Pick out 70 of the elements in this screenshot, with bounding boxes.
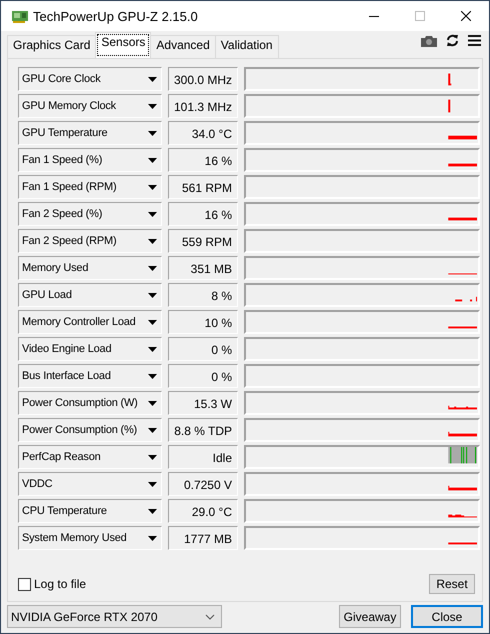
- sensor-value: 0 %: [168, 364, 238, 388]
- sensor-value: 8 %: [168, 283, 238, 307]
- sensor-value: 29.0 °C: [168, 499, 238, 523]
- menu-icon[interactable]: [468, 35, 481, 46]
- sensor-value: 34.0 °C: [168, 121, 238, 145]
- sensor-value: 561 RPM: [168, 175, 238, 199]
- dropdown-arrow-icon: [148, 76, 157, 82]
- dropdown-arrow-icon: [148, 130, 157, 136]
- sensor-select[interactable]: Memory Used: [18, 256, 162, 280]
- log-to-file-checkbox[interactable]: Log to file: [18, 577, 86, 591]
- dropdown-arrow-icon: [148, 292, 157, 298]
- sensor-value: 16 %: [168, 202, 238, 226]
- gpu-select[interactable]: NVIDIA GeForce RTX 2070: [7, 605, 222, 628]
- sensor-value: 16 %: [168, 148, 238, 172]
- dropdown-arrow-icon: [148, 428, 157, 432]
- dropdown-arrow-icon: [148, 482, 157, 486]
- sensor-select[interactable]: GPU Temperature: [18, 121, 162, 145]
- sensor-value: 15.3 W: [168, 391, 238, 415]
- sensor-select[interactable]: Memory Controller Load: [18, 310, 162, 334]
- sensor-value: 0.7250 V: [168, 472, 238, 496]
- sensor-select[interactable]: Bus Interface Load: [18, 364, 162, 388]
- chevron-down-icon: [205, 614, 215, 620]
- reset-button[interactable]: Reset: [429, 574, 475, 594]
- close-icon: [461, 11, 471, 21]
- dropdown-arrow-icon: [148, 346, 157, 352]
- sensor-value: 101.3 MHz: [168, 94, 238, 118]
- sensor-select[interactable]: GPU Core Clock: [18, 67, 162, 91]
- dropdown-arrow-icon: [148, 212, 157, 216]
- sensor-select[interactable]: System Memory Used: [18, 526, 162, 550]
- dropdown-arrow-icon: [148, 320, 157, 324]
- sensor-select[interactable]: Fan 2 Speed (%): [18, 202, 162, 226]
- tab[interactable]: Validation: [214, 35, 279, 58]
- dropdown-arrow-icon: [148, 238, 157, 244]
- dropdown-arrow-icon: [148, 454, 157, 460]
- dropdown-arrow-icon: [148, 104, 157, 108]
- sensor-select[interactable]: Power Consumption (W): [18, 391, 162, 415]
- close-button[interactable]: Close: [411, 605, 483, 628]
- sensor-value: 351 MB: [168, 256, 238, 280]
- app-icon: [11, 9, 29, 23]
- dropdown-arrow-icon: [148, 266, 157, 270]
- refresh-icon[interactable]: [446, 34, 459, 47]
- dropdown-arrow-icon: [148, 158, 157, 162]
- window-title: TechPowerUp GPU-Z 2.15.0: [33, 8, 199, 24]
- sensor-select[interactable]: VDDC: [18, 472, 162, 496]
- sensor-select[interactable]: GPU Load: [18, 283, 162, 307]
- sensor-value: Idle: [168, 445, 238, 469]
- sensor-select[interactable]: Fan 2 Speed (RPM): [18, 229, 162, 253]
- sensor-select[interactable]: PerfCap Reason: [18, 445, 162, 469]
- sensor-select[interactable]: Video Engine Load: [18, 337, 162, 361]
- dropdown-arrow-icon: [148, 374, 157, 378]
- sensor-select[interactable]: GPU Memory Clock: [18, 94, 162, 118]
- giveaway-button[interactable]: Giveaway: [339, 605, 401, 628]
- sensor-value: 1777 MB: [168, 526, 238, 550]
- camera-icon[interactable]: [421, 34, 437, 46]
- sensor-select[interactable]: CPU Temperature: [18, 499, 162, 523]
- sensor-value: 10 %: [168, 310, 238, 334]
- sensor-select[interactable]: Power Consumption (%): [18, 418, 162, 442]
- dropdown-arrow-icon: [148, 536, 157, 540]
- sensor-value: 300.0 MHz: [168, 67, 238, 91]
- sensor-select[interactable]: Fan 1 Speed (%): [18, 148, 162, 172]
- sensor-value: 8.8 % TDP: [168, 418, 238, 442]
- sensor-select[interactable]: Fan 1 Speed (RPM): [18, 175, 162, 199]
- maximize-icon: [415, 11, 425, 21]
- sensor-value: 559 RPM: [168, 229, 238, 253]
- tab[interactable]: Sensors: [95, 32, 152, 58]
- sensor-value: 0 %: [168, 337, 238, 361]
- tab[interactable]: Graphics Card: [7, 35, 96, 58]
- dropdown-arrow-icon: [148, 400, 157, 406]
- dropdown-arrow-icon: [148, 184, 157, 190]
- dropdown-arrow-icon: [148, 508, 157, 514]
